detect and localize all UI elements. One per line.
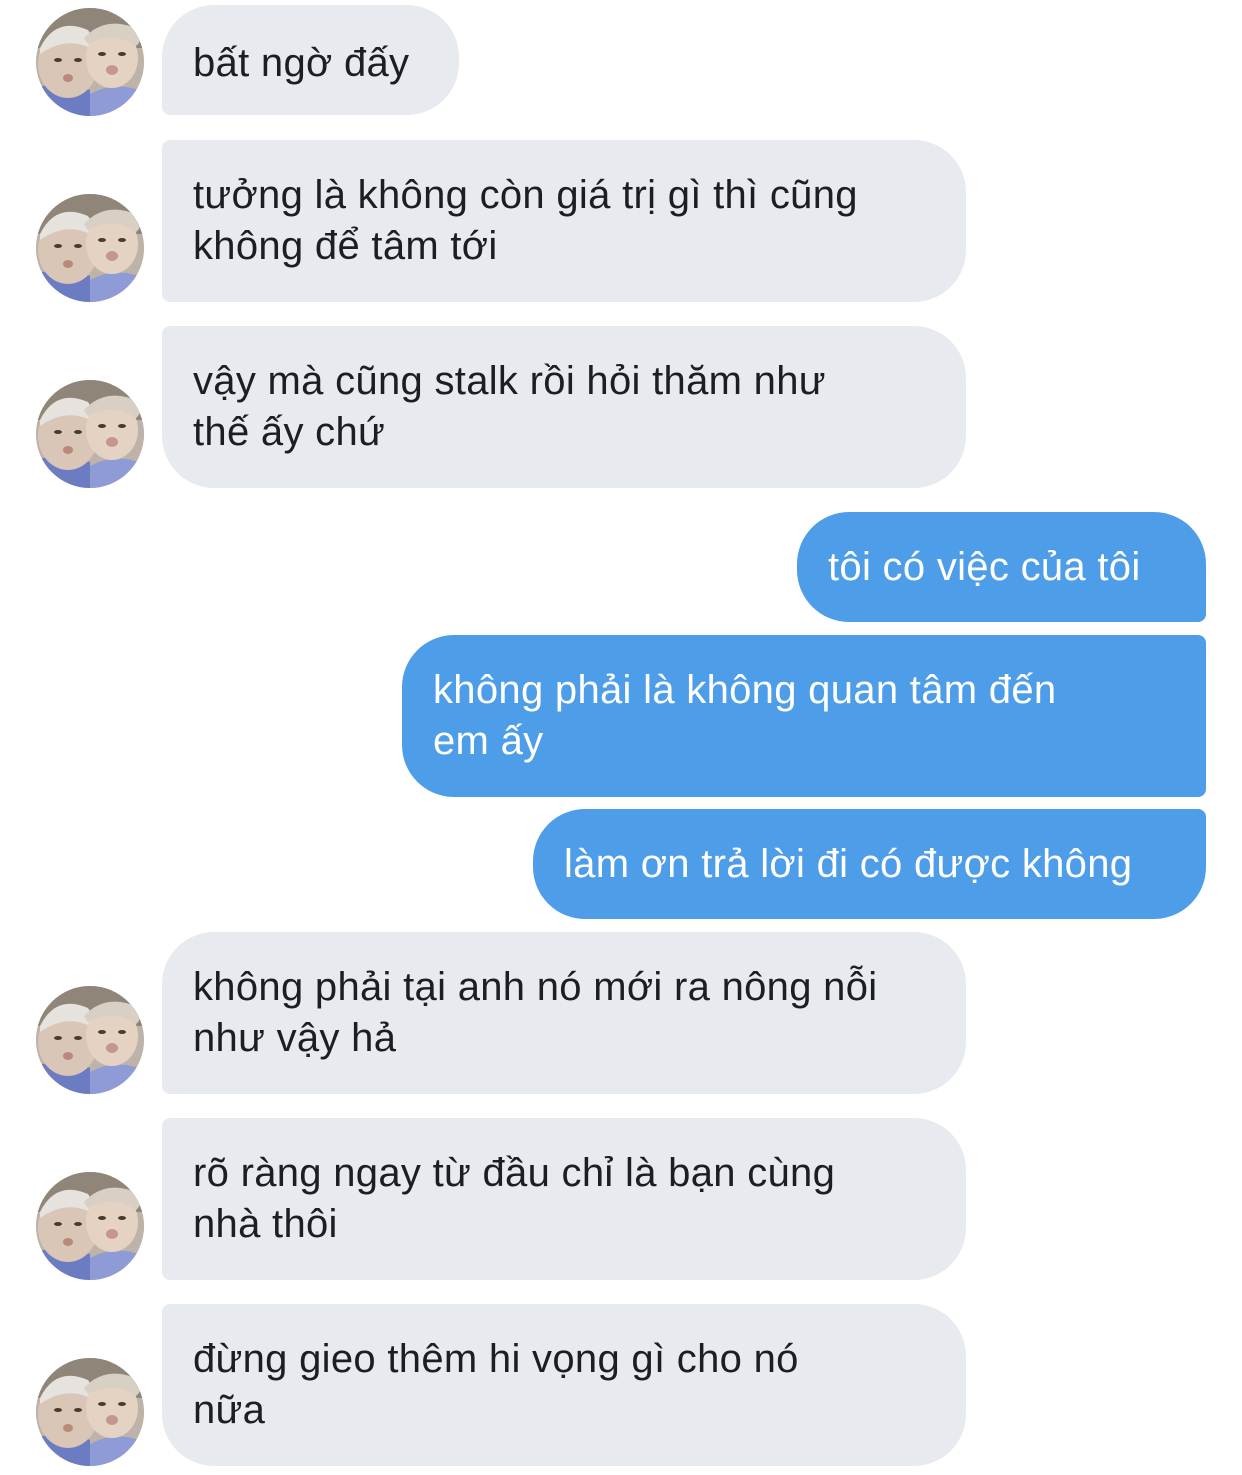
avatar[interactable] bbox=[36, 1358, 144, 1466]
message-text: đừng gieo thêm hi vọng gì cho nó bbox=[193, 1337, 799, 1381]
message-text: làm ơn trả lời đi có được không bbox=[564, 842, 1133, 886]
message-text: vậy mà cũng stalk rồi hỏi thăm như bbox=[193, 359, 826, 403]
avatar[interactable] bbox=[36, 986, 144, 1094]
message-bubble-sent[interactable]: tôi có việc của tôi bbox=[797, 512, 1206, 622]
message-text: tôi có việc của tôi bbox=[828, 545, 1141, 589]
message-bubble-received[interactable]: bất ngờ đấy bbox=[162, 5, 459, 115]
message-text: rõ ràng ngay từ đầu chỉ là bạn cùng bbox=[193, 1151, 836, 1195]
message-text: em ấy bbox=[433, 719, 544, 763]
message-text: như vậy hả bbox=[193, 1016, 397, 1060]
avatar[interactable] bbox=[36, 1172, 144, 1280]
message-text: nữa bbox=[193, 1388, 266, 1432]
message-bubble-received[interactable]: tưởng là không còn giá trị gì thì cũng k… bbox=[162, 140, 966, 302]
message-text: thế ấy chứ bbox=[193, 410, 386, 454]
message-text: nhà thôi bbox=[193, 1202, 338, 1246]
avatar[interactable] bbox=[36, 194, 144, 302]
message-text: không phải tại anh nó mới ra nông nỗi bbox=[193, 965, 878, 1009]
avatar[interactable] bbox=[36, 380, 144, 488]
message-text: không phải là không quan tâm đến bbox=[433, 668, 1057, 712]
message-text: không để tâm tới bbox=[193, 224, 498, 268]
message-text: bất ngờ đấy bbox=[193, 41, 410, 85]
message-bubble-received[interactable]: không phải tại anh nó mới ra nông nỗi nh… bbox=[162, 932, 966, 1094]
message-bubble-received[interactable]: đừng gieo thêm hi vọng gì cho nó nữa bbox=[162, 1304, 966, 1466]
message-bubble-sent[interactable]: làm ơn trả lời đi có được không bbox=[533, 809, 1206, 919]
message-text: tưởng là không còn giá trị gì thì cũng bbox=[193, 173, 858, 217]
message-bubble-sent[interactable]: không phải là không quan tâm đến em ấy bbox=[402, 635, 1206, 797]
avatar[interactable] bbox=[36, 8, 144, 116]
message-bubble-received[interactable]: vậy mà cũng stalk rồi hỏi thăm như thế ấ… bbox=[162, 326, 966, 488]
message-bubble-received[interactable]: rõ ràng ngay từ đầu chỉ là bạn cùng nhà … bbox=[162, 1118, 966, 1280]
